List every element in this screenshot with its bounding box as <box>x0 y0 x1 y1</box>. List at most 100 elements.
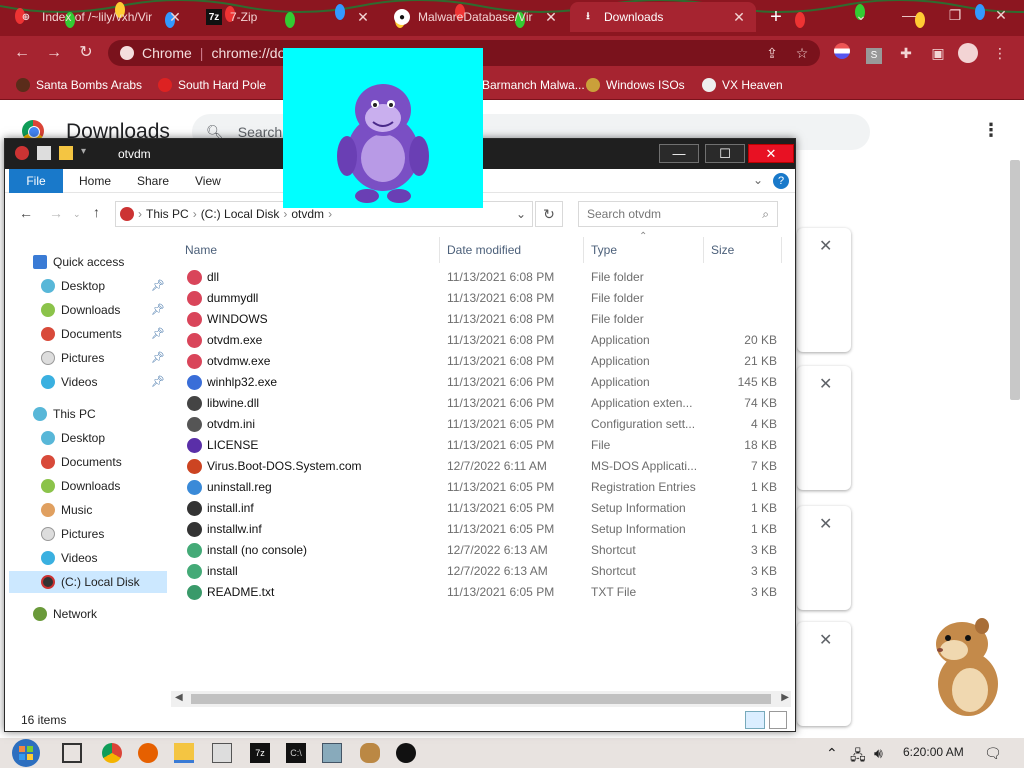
program-taskbar-icon[interactable] <box>360 743 380 763</box>
scroll-left-icon[interactable]: ◀ <box>175 692 183 703</box>
nav-qa-desktop[interactable]: Desktop <box>41 275 105 297</box>
volume-icon[interactable]: 🔊︎ <box>874 745 883 762</box>
explorer-search-box[interactable]: Search otvdm ⌕ <box>578 201 778 227</box>
close-tab-icon[interactable]: ✕ <box>168 9 182 26</box>
pin-icon[interactable]: 📌︎ <box>151 351 165 364</box>
more-actions-icon[interactable]: ⋮ <box>982 120 1000 141</box>
address-dropdown-icon[interactable]: ⌄ <box>516 207 526 221</box>
new-folder-icon[interactable] <box>59 146 73 160</box>
taskbar-clock[interactable]: 6:20:00 AM <box>903 745 964 759</box>
bookmark-windows-isos[interactable]: Windows ISOs <box>586 76 685 94</box>
column-separator[interactable] <box>703 237 704 263</box>
close-tab-icon[interactable]: ✕ <box>732 9 746 26</box>
explorer-close-button[interactable]: ✕ <box>748 144 794 163</box>
properties-icon[interactable] <box>37 146 51 160</box>
horizontal-scrollbar[interactable]: ◀ ▶ <box>171 691 791 707</box>
file-row[interactable]: dummydll 11/13/2021 6:08 PM File folder <box>175 288 783 309</box>
file-row[interactable]: dll 11/13/2021 6:08 PM File folder <box>175 267 783 288</box>
nav-this-pc[interactable]: This PC <box>33 403 96 425</box>
file-row[interactable]: install 12/7/2022 6:13 AM Shortcut 3 KB <box>175 561 783 582</box>
nav-pc-documents[interactable]: Documents <box>41 451 122 473</box>
column-type[interactable]: Type <box>591 240 617 260</box>
forward-button[interactable]: → <box>42 41 66 65</box>
tab-file[interactable]: File <box>9 169 63 193</box>
file-row[interactable]: Virus.Boot-DOS.System.com 12/7/2022 6:11 … <box>175 456 783 477</box>
share-icon[interactable]: ⇪ <box>762 43 782 63</box>
recent-locations-icon[interactable]: ⌄ <box>73 209 81 220</box>
tab-search-icon[interactable]: ⌄ <box>838 0 884 30</box>
network-tray-icon[interactable]: 🖧︎ <box>850 745 866 769</box>
file-row[interactable]: otvdm.ini 11/13/2021 6:05 PM Configuration… <box>175 414 783 435</box>
extension-s-icon[interactable]: S <box>864 43 884 64</box>
tab-index-of-vxh[interactable]: ⊕ Index of /~lily/vxh/Vir ✕ <box>8 2 192 32</box>
program-taskbar-icon[interactable] <box>396 743 416 763</box>
breadcrumb-local-disk[interactable]: (C:) Local Disk <box>201 207 280 221</box>
start-button[interactable] <box>4 738 46 768</box>
file-row[interactable]: uninstall.reg 11/13/2021 6:05 PM Registrat… <box>175 477 783 498</box>
pin-icon[interactable]: 📌︎ <box>151 303 165 316</box>
up-arrow-icon[interactable]: ↑ <box>93 204 100 220</box>
remove-download-icon[interactable]: ✕ <box>819 236 832 256</box>
tab-downloads[interactable]: ⭳ Downloads ✕ <box>570 2 756 32</box>
breadcrumb-this-pc[interactable]: This PC <box>146 207 189 221</box>
explorer-minimize-button[interactable]: — <box>659 144 699 163</box>
back-button[interactable]: ← <box>10 41 34 65</box>
task-view-icon[interactable] <box>62 743 82 763</box>
reload-button[interactable]: ↻ <box>74 41 98 65</box>
minimize-button[interactable]: — <box>886 0 932 30</box>
forward-arrow-icon[interactable]: → <box>49 205 63 221</box>
page-scrollbar[interactable] <box>1010 160 1020 400</box>
notifications-icon[interactable]: 🗨︎ <box>984 745 1002 762</box>
nav-pc-videos[interactable]: Videos <box>41 547 97 569</box>
remove-download-icon[interactable]: ✕ <box>819 630 832 650</box>
customize-toolbar-icon[interactable]: ▾ <box>81 146 95 160</box>
nav-pc-music[interactable]: Music <box>41 499 92 521</box>
close-window-button[interactable]: ✕ <box>978 0 1024 30</box>
bookmark-south-hard-pole[interactable]: South Hard Pole <box>158 76 266 94</box>
file-row[interactable]: WINDOWS 11/13/2021 6:08 PM File folder <box>175 309 783 330</box>
file-row[interactable]: libwine.dll 11/13/2021 6:06 PM Application… <box>175 393 783 414</box>
file-row[interactable]: otvdmw.exe 11/13/2021 6:08 PM Application 2… <box>175 351 783 372</box>
file-row[interactable]: installw.inf 11/13/2021 6:05 PM Setup Info… <box>175 519 783 540</box>
control-panel-taskbar-icon[interactable] <box>322 743 342 763</box>
file-row[interactable]: winhlp32.exe 11/13/2021 6:06 PM Applicatio… <box>175 372 783 393</box>
expand-ribbon-icon[interactable]: ⌄ <box>753 173 763 187</box>
maximize-button[interactable]: ❐ <box>932 0 978 30</box>
column-separator[interactable] <box>583 237 584 263</box>
hamster-character[interactable] <box>918 614 1004 720</box>
column-size[interactable]: Size <box>711 240 734 260</box>
file-row[interactable]: README.txt 11/13/2021 6:05 PM TXT File 3 KB <box>175 582 783 603</box>
file-explorer-taskbar-icon[interactable] <box>174 743 194 763</box>
nav-network[interactable]: Network <box>33 603 97 625</box>
column-date-modified[interactable]: Date modified <box>447 240 521 260</box>
pin-icon[interactable]: 📌︎ <box>151 279 165 292</box>
file-row[interactable]: LICENSE 11/13/2021 6:05 PM File 18 KB <box>175 435 783 456</box>
close-tab-icon[interactable]: ✕ <box>356 9 370 26</box>
help-icon[interactable]: ? <box>773 173 789 189</box>
show-hidden-icons[interactable]: ⌃ <box>826 745 838 762</box>
chrome-taskbar-icon[interactable] <box>102 743 122 763</box>
app-taskbar-icon[interactable] <box>212 743 232 763</box>
bookmark-star-icon[interactable]: ☆ <box>792 43 812 63</box>
remove-download-icon[interactable]: ✕ <box>819 514 832 534</box>
back-arrow-icon[interactable]: ← <box>19 205 33 221</box>
nav-qa-pictures[interactable]: Pictures <box>41 347 104 369</box>
tab-home[interactable]: Home <box>65 169 125 193</box>
menu-icon[interactable]: ⋮ <box>990 43 1010 63</box>
nav-qa-documents[interactable]: Documents <box>41 323 122 345</box>
nav-quick-access[interactable]: Quick access <box>33 251 124 273</box>
nav-pc-desktop[interactable]: Desktop <box>41 427 105 449</box>
column-separator[interactable] <box>781 237 782 263</box>
close-tab-icon[interactable]: ✕ <box>544 9 558 26</box>
remove-download-icon[interactable]: ✕ <box>819 374 832 394</box>
profile-avatar-icon[interactable] <box>958 43 978 63</box>
nav-qa-videos[interactable]: Videos <box>41 371 97 393</box>
tab-7zip[interactable]: 7z 7-Zip ✕ <box>196 2 380 32</box>
details-view-icon[interactable] <box>745 711 765 729</box>
refresh-button[interactable]: ↻ <box>535 201 563 227</box>
nav-pc-pictures[interactable]: Pictures <box>41 523 104 545</box>
pin-icon[interactable]: 📌︎ <box>151 375 165 388</box>
side-panel-icon[interactable]: ▣ <box>928 43 948 63</box>
pin-icon[interactable]: 📌︎ <box>151 327 165 340</box>
column-separator[interactable] <box>439 237 440 263</box>
